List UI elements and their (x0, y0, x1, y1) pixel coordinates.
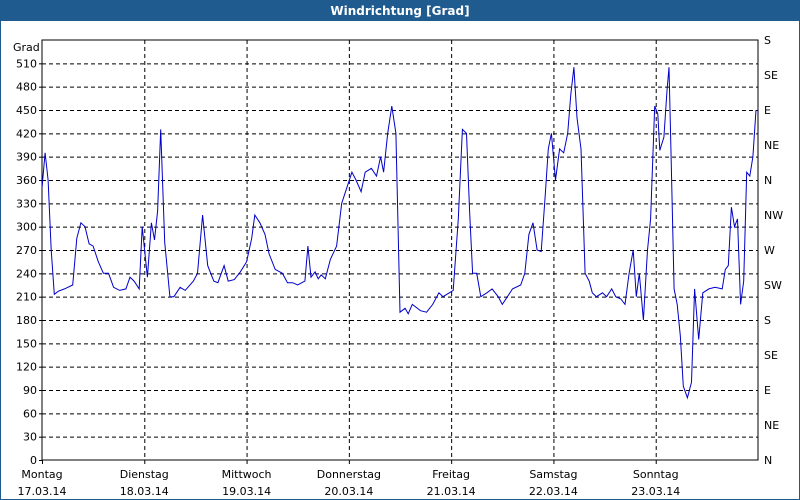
y-right-tick-label: N (764, 454, 772, 467)
line-chart: 0 30 60 90 120 150 180 210 240 270 300 330 360 390 420… (13, 34, 783, 498)
y-right-tick-label: N (764, 174, 772, 187)
y-tick-label: 360 (16, 174, 37, 187)
y-right-tick-label: NW (764, 209, 783, 222)
y-right-tick-label: SE (764, 349, 778, 362)
y-right-tick-label: NE (764, 139, 779, 152)
y-right-tick-label: S (764, 314, 771, 327)
y-tick-label: 330 (16, 197, 37, 210)
y-tick-label: 0 (30, 454, 37, 467)
y-tick-label: 480 (16, 81, 37, 94)
x-tick-day: Samstag (529, 468, 577, 481)
x-tick-day: Freitag (432, 468, 470, 481)
y-right-tick-label: NE (764, 419, 779, 432)
y-tick-label: 210 (16, 291, 37, 304)
y-axis-label: Grad (13, 41, 40, 54)
y-axis-left: 0 30 60 90 120 150 180 210 240 270 300 330 360 390 420… (16, 57, 42, 467)
y-right-tick-label: SE (764, 69, 778, 82)
y-right-tick-label: SW (764, 279, 782, 292)
y-right-tick-label: W (764, 244, 775, 257)
x-tick-day: Dienstag (120, 468, 169, 481)
y-right-tick-label: E (764, 104, 771, 117)
x-axis: Montag 17.03.14 Dienstag 18.03.14 Mittwoch 19… (18, 460, 680, 498)
y-tick-label: 510 (16, 57, 37, 70)
x-tick-day: Sonntag (633, 468, 679, 481)
y-tick-label: 300 (16, 221, 37, 234)
y-right-tick-label: E (764, 384, 771, 397)
x-tick-date: 19.03.14 (222, 485, 271, 498)
x-tick-day: Donnerstag (317, 468, 381, 481)
y-tick-label: 450 (16, 104, 37, 117)
y-tick-label: 30 (23, 431, 37, 444)
x-tick-day: Mittwoch (222, 468, 272, 481)
x-tick-day: Montag (21, 468, 62, 481)
y-tick-label: 180 (16, 314, 37, 327)
y-tick-label: 60 (23, 407, 37, 420)
y-tick-label: 90 (23, 384, 37, 397)
y-axis-right: N NE E SE S SW W NW N NE E SE S (764, 34, 783, 467)
series-line (41, 67, 757, 400)
y-tick-label: 150 (16, 337, 37, 350)
x-tick-date: 21.03.14 (427, 485, 476, 498)
y-tick-label: 240 (16, 267, 37, 280)
chart-window: Windrichtung [Grad] 0 30 60 90 120 150 180 210 2… (0, 0, 800, 500)
x-tick-date: 17.03.14 (18, 485, 67, 498)
y-tick-label: 270 (16, 244, 37, 257)
y-tick-label: 390 (16, 151, 37, 164)
x-tick-date: 22.03.14 (529, 485, 578, 498)
x-tick-date: 23.03.14 (631, 485, 680, 498)
x-tick-date: 20.03.14 (324, 485, 373, 498)
y-right-tick-label: S (764, 34, 771, 47)
x-tick-date: 18.03.14 (120, 485, 169, 498)
y-tick-label: 420 (16, 127, 37, 140)
y-tick-label: 120 (16, 361, 37, 374)
series-layer (41, 67, 757, 400)
